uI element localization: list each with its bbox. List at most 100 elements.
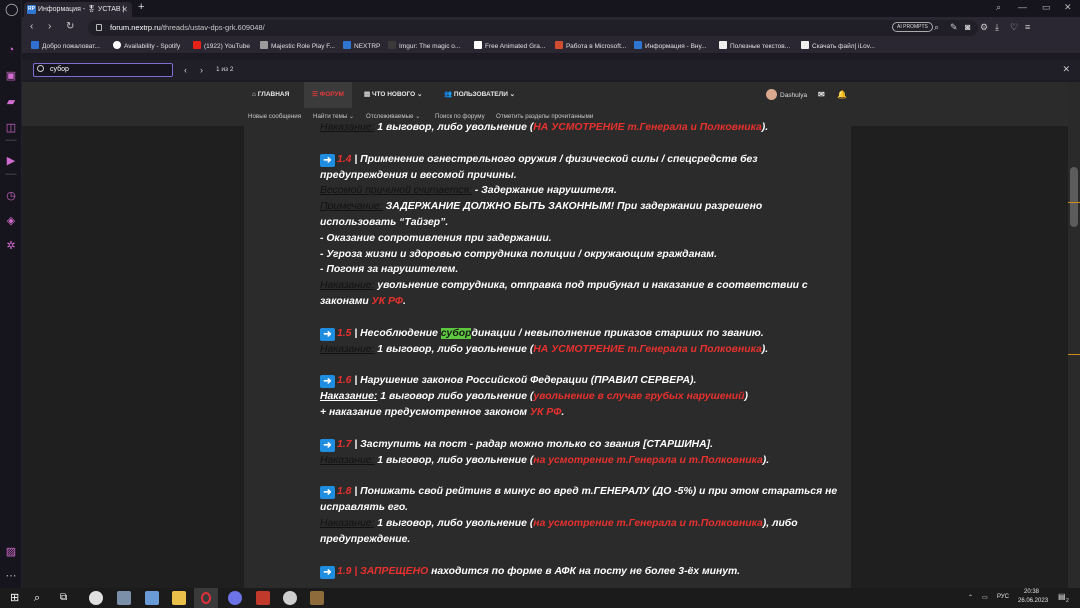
find-close-icon[interactable]: ✕	[1062, 64, 1070, 75]
tab-active[interactable]: RP Информация - 🎖 УСТАВ | ✕	[24, 2, 132, 17]
app-icon[interactable]	[117, 591, 131, 605]
bookmarks-bar: Добро пожаловат... Availability - Spotif…	[22, 39, 1080, 54]
user-menu[interactable]: Dashulya	[766, 89, 807, 100]
imgur-icon	[388, 41, 396, 49]
nav-forums[interactable]: ☰ ФОРУМ	[304, 82, 352, 108]
find-input[interactable]: субор	[33, 63, 173, 77]
forward-icon[interactable]: ›	[48, 21, 51, 32]
inbox-icon[interactable]: ✉	[818, 82, 825, 108]
youtube-icon	[193, 41, 201, 49]
history-icon[interactable]: ◷	[5, 190, 17, 202]
calculator-icon[interactable]	[145, 591, 159, 605]
bookmark-item[interactable]: NEXTRP	[343, 39, 380, 54]
shopping-icon[interactable]: ▣	[5, 70, 17, 82]
arrow-right-icon: ➜	[320, 153, 335, 167]
bookmark-item[interactable]: (1922) YouTube	[193, 39, 250, 54]
instagram-icon[interactable]: ◫	[5, 122, 17, 134]
twitch-icon[interactable]: ▰	[5, 96, 17, 108]
file-explorer-icon[interactable]	[172, 591, 186, 605]
reload-icon[interactable]: ↻	[66, 21, 74, 32]
speed-dial-icon[interactable]: ◔	[5, 44, 17, 56]
notifications-icon[interactable]: ▤	[1058, 592, 1066, 601]
bookmark-item[interactable]: Полезные текстов...	[719, 39, 790, 54]
lang-indicator[interactable]: РУС	[997, 594, 1009, 600]
task-view-icon[interactable]: ⧉	[60, 591, 74, 605]
discord-icon[interactable]	[228, 591, 242, 605]
bookmark-item[interactable]: Информация - Вну...	[634, 39, 707, 54]
clock-date[interactable]: 26.06.2023	[1018, 598, 1048, 604]
close-window-icon[interactable]: ✕	[1064, 2, 1072, 13]
nextrp-favicon-icon: RP	[27, 5, 36, 14]
find-prev-icon[interactable]: ‹	[184, 65, 187, 75]
game-launcher-icon[interactable]	[256, 591, 270, 605]
search-tabs-icon[interactable]: ⌕	[996, 2, 1001, 13]
bookmark-item[interactable]: Majestic Role Play F...	[260, 39, 335, 54]
more-icon[interactable]: ⋯	[5, 570, 17, 582]
rule-1-5: ➜ 1.5 | Несоблюдение субординации / невып…	[320, 326, 840, 342]
forum-nav: ⌂ ГЛАВНАЯ ☰ ФОРУМ ▤ ЧТО НОВОГО ⌄ 👥 ПОЛЬЗ…	[22, 82, 1068, 108]
vk-icon	[31, 41, 39, 49]
bookmark-item[interactable]: Работа в Microsoft...	[555, 39, 626, 54]
player-icon[interactable]: ▶	[5, 155, 17, 167]
rule-cut-punishment: Наказание: 1 выговор, либо увольнение (Н…	[320, 122, 769, 133]
url-text: forum.nextrp.ru/threads/ustav-dps-grk.60…	[110, 23, 265, 32]
subnav-new-messages[interactable]: Новые сообщения	[248, 108, 301, 126]
bell-icon[interactable]: 🔔	[837, 82, 847, 108]
bookmark-item[interactable]: Скачать файл| iLov...	[801, 39, 875, 54]
page-icon	[719, 41, 727, 49]
url-field[interactable]: forum.nextrp.ru/threads/ustav-dps-grk.60…	[88, 20, 978, 36]
network-icon[interactable]: ▭	[982, 594, 988, 601]
post-body: Наказание: 1 выговор, либо увольнение (Н…	[244, 122, 851, 588]
aiprompts-button[interactable]: AI PROMPTS	[892, 22, 933, 32]
windows-start-icon[interactable]: ⊞	[10, 591, 24, 605]
gallery-icon[interactable]: ▨	[5, 546, 17, 558]
bookmark-item[interactable]: Добро пожаловат...	[31, 39, 100, 54]
settings-gear-icon[interactable]: ✲	[5, 240, 17, 252]
easy-setup-icon[interactable]: ⚙	[980, 22, 988, 33]
maximize-icon[interactable]: ▭	[1042, 2, 1051, 13]
obs-icon[interactable]	[283, 591, 297, 605]
nav-home[interactable]: ⌂ ГЛАВНАЯ	[252, 82, 289, 108]
sidebar-divider: —	[5, 134, 17, 146]
arrow-right-icon: ➜	[320, 327, 335, 341]
download-icon[interactable]: ⤓	[995, 22, 999, 33]
bookmark-item[interactable]: Availability - Spotify	[113, 39, 180, 54]
page-scrollbar[interactable]	[1068, 82, 1080, 588]
find-bar: субор ‹ › 1 из 2 ✕	[22, 60, 1080, 80]
page-search-icon[interactable]: ⌕	[934, 22, 939, 33]
opera-logo-icon[interactable]: ◯	[5, 3, 18, 15]
scroll-thumb[interactable]	[1070, 167, 1078, 227]
edit-icon[interactable]: ✎	[950, 22, 958, 33]
nav-users[interactable]: 👥 ПОЛЬЗОВАТЕЛИ ⌄	[444, 82, 515, 108]
yandex-browser-icon[interactable]	[89, 591, 103, 605]
gif-icon	[474, 41, 482, 49]
nav-whats-new[interactable]: ▤ ЧТО НОВОГО ⌄	[364, 82, 422, 108]
back-icon[interactable]: ‹	[30, 21, 33, 32]
tab-close-icon[interactable]: ✕	[121, 2, 128, 17]
rule-1-4: ➜ 1.4 | Применение огнестрельного оружия …	[320, 153, 758, 181]
taskbar-search-icon[interactable]: ⌕	[34, 591, 48, 605]
clock-time[interactable]: 20:38	[1024, 589, 1039, 595]
web-page: ⌂ ГЛАВНАЯ ☰ ФОРУМ ▤ ЧТО НОВОГО ⌄ 👥 ПОЛЬЗ…	[22, 82, 1068, 588]
bookmark-item[interactable]: Free Animated Gra...	[474, 39, 545, 54]
arrow-right-icon: ➜	[320, 486, 335, 500]
rule-1-6: ➜ 1.6 | Нарушение законов Российской Феде…	[320, 373, 840, 389]
extensions-cube-icon[interactable]: ◈	[5, 215, 17, 227]
tab-title: Информация - 🎖 УСТАВ |	[38, 6, 125, 13]
new-tab-plus-icon[interactable]: +	[138, 1, 144, 13]
opera-sidebar: ◯ ◔ ▣ ▰ ◫ — ▶ — ◷ ◈ ✲ ▨ ⋯	[0, 0, 22, 588]
heart-icon[interactable]: ♡	[1010, 22, 1018, 33]
tray-arrow-icon[interactable]: ⌃	[968, 594, 973, 601]
bookmark-item[interactable]: Imgur: The magic o...	[388, 39, 460, 54]
rule-1-9: ➜ 1.9 | ЗАПРЕЩЕНО находится по форме в АФ…	[320, 564, 840, 580]
minimize-icon[interactable]: —	[1018, 2, 1027, 12]
find-next-icon[interactable]: ›	[200, 65, 203, 75]
post-content: Наказание: 1 выговор, либо увольнение (Н…	[320, 120, 840, 579]
menu-icon[interactable]: ≡	[1025, 22, 1030, 32]
sidebar-divider-2: —	[5, 168, 17, 180]
page-icon-2	[801, 41, 809, 49]
notification-count: 2	[1066, 598, 1069, 604]
arrow-right-icon: ➜	[320, 565, 335, 579]
game-icon[interactable]	[310, 591, 324, 605]
snapshot-icon[interactable]: ◙	[965, 22, 970, 32]
